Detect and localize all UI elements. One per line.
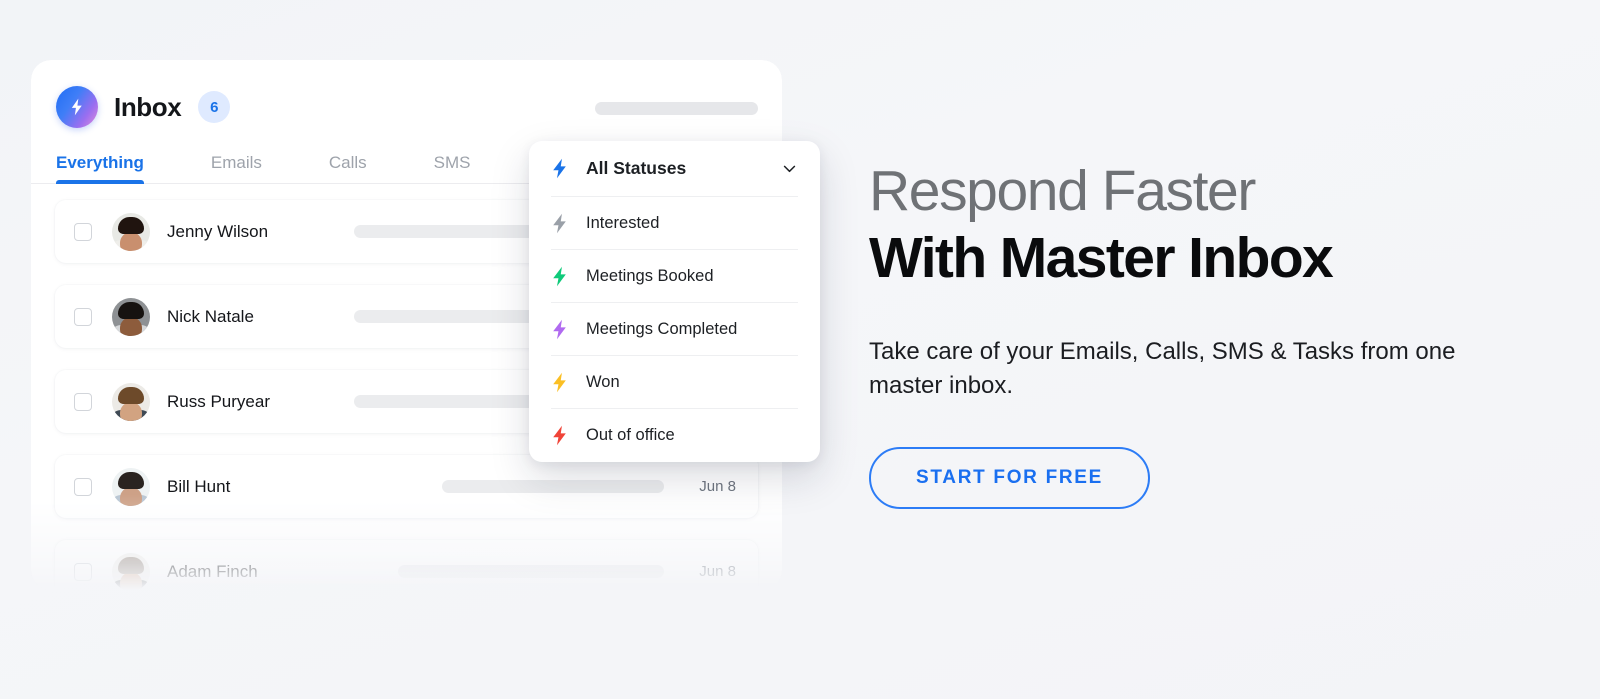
row-checkbox[interactable] (74, 222, 92, 241)
status-filter-dropdown[interactable]: All Statuses Interested Meetings Booked Me… (529, 141, 820, 462)
inbox-row[interactable]: Bill Hunt Jun 8 (55, 455, 758, 518)
tab-everything[interactable]: Everything (56, 153, 144, 184)
subcopy-text: Take care of your Emails, Calls, SMS & T… (869, 337, 1456, 399)
tab-emails[interactable]: Emails (211, 153, 262, 183)
status-option-label: Out of office (586, 426, 675, 444)
lightning-bolt-icon (553, 213, 566, 233)
headline-line-1: Respond Faster (869, 159, 1256, 223)
row-contact-name: Jenny Wilson (167, 221, 269, 241)
headline-line-2: With Master Inbox (869, 225, 1334, 290)
dropdown-header-label: All Statuses (586, 158, 687, 178)
row-checkbox[interactable] (74, 392, 92, 411)
start-for-free-button[interactable]: START FOR FREE (869, 446, 1151, 509)
row-checkbox[interactable] (74, 307, 92, 326)
header-skeleton-bar (595, 102, 758, 115)
inbox-row[interactable]: Adam Finch Jun 8 (55, 540, 758, 590)
row-contact-name: Russ Puryear (167, 391, 270, 411)
avatar (112, 212, 150, 251)
status-option-won[interactable]: Won (551, 356, 798, 409)
row-skeleton-bar (398, 565, 664, 578)
avatar (112, 552, 150, 590)
chevron-down-icon[interactable] (781, 160, 798, 177)
status-option-meetings-completed[interactable]: Meetings Completed (551, 303, 798, 356)
tab-calls[interactable]: Calls (329, 153, 367, 183)
avatar (112, 382, 150, 421)
dropdown-header-all-statuses[interactable]: All Statuses (551, 141, 798, 197)
status-option-label: Meetings Completed (586, 319, 738, 338)
status-option-interested[interactable]: Interested (551, 197, 798, 250)
lightning-bolt-icon (553, 266, 566, 286)
lightning-bolt-icon (56, 86, 98, 128)
lightning-bolt-icon (553, 158, 566, 179)
row-checkbox[interactable] (74, 562, 92, 581)
unread-count-badge: 6 (198, 91, 231, 123)
row-contact-name: Bill Hunt (167, 476, 231, 496)
status-option-label: Meetings Booked (586, 266, 714, 285)
row-skeleton-bar (442, 480, 664, 493)
row-contact-name: Nick Natale (167, 306, 254, 326)
app-header: Inbox 6 (31, 60, 782, 128)
row-date: Jun 8 (699, 563, 736, 580)
avatar (112, 297, 150, 336)
lightning-bolt-icon (553, 319, 566, 339)
avatar (112, 467, 150, 506)
status-option-meetings-booked[interactable]: Meetings Booked (551, 250, 798, 303)
row-contact-name: Adam Finch (167, 561, 258, 581)
marketing-panel: Respond Faster With Master Inbox Take ca… (869, 159, 1539, 509)
status-option-label: Interested (586, 213, 660, 232)
page-title: Inbox (114, 91, 182, 122)
row-checkbox[interactable] (74, 477, 92, 496)
status-option-label: Won (586, 372, 620, 391)
lightning-bolt-icon (553, 372, 566, 392)
tab-sms[interactable]: SMS (434, 153, 471, 183)
lightning-bolt-icon (553, 425, 566, 446)
status-option-out-of-office[interactable]: Out of office (551, 409, 798, 462)
row-date: Jun 8 (699, 478, 736, 495)
